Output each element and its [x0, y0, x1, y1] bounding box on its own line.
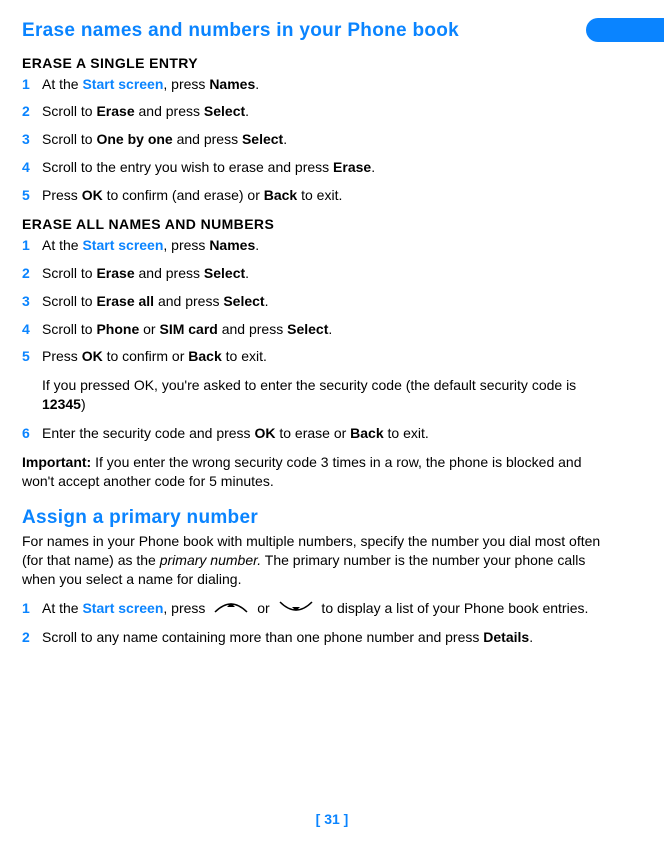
list-item: 4 Scroll to the entry you wish to erase … [22, 158, 604, 177]
list-item: 3 Scroll to One by one and press Select. [22, 130, 604, 149]
intro-para: For names in your Phone book with multip… [22, 532, 604, 589]
list-item: 1 At the Start screen, press Names. [22, 236, 604, 255]
step-number: 4 [22, 158, 42, 177]
list-item: 3 Scroll to Erase all and press Select. [22, 292, 604, 311]
step-text: Scroll to the entry you wish to erase an… [42, 158, 604, 177]
list-item: 2 Scroll to Erase and press Select. [22, 264, 604, 283]
step-text: Scroll to Erase and press Select. [42, 102, 604, 121]
list-item: 1 At the Start screen, press Names. [22, 75, 604, 94]
down-key-icon [276, 600, 316, 619]
step-text: Press OK to confirm or Back to exit. [42, 347, 604, 366]
heading-assign: Assign a primary number [22, 505, 604, 531]
step-text: Press OK to confirm (and erase) or Back … [42, 186, 604, 205]
step-number: 6 [22, 424, 42, 443]
subhead-single: ERASE A SINGLE ENTRY [22, 54, 604, 73]
list-item: 6 Enter the security code and press OK t… [22, 424, 604, 443]
step-text: At the Start screen, press Names. [42, 75, 604, 94]
step-text: At the Start screen, press or to display… [42, 599, 604, 619]
step-number: 3 [22, 292, 42, 311]
steps-single: 1 At the Start screen, press Names. 2 Sc… [22, 75, 604, 205]
list-item: 5 Press OK to confirm or Back to exit. [22, 347, 604, 366]
step-number: 2 [22, 102, 42, 121]
step-text: Enter the security code and press OK to … [42, 424, 604, 443]
heading-erase: Erase names and numbers in your Phone bo… [22, 18, 604, 44]
step-number: 5 [22, 186, 42, 205]
security-note: If you pressed OK, you're asked to enter… [42, 376, 604, 414]
step-text: At the Start screen, press Names. [42, 236, 604, 255]
step-number: 5 [22, 347, 42, 366]
list-item: 4 Scroll to Phone or SIM card and press … [22, 320, 604, 339]
important-note: Important: If you enter the wrong securi… [22, 453, 604, 491]
step-number: 2 [22, 628, 42, 647]
step-number: 4 [22, 320, 42, 339]
link-start-screen: Start screen [82, 237, 163, 253]
step-text: Scroll to Erase and press Select. [42, 264, 604, 283]
step-number: 2 [22, 264, 42, 283]
steps-assign: 1 At the Start screen, press or to displ… [22, 599, 604, 647]
step-text: Scroll to Erase all and press Select. [42, 292, 604, 311]
link-start-screen: Start screen [82, 600, 163, 616]
step-number: 1 [22, 236, 42, 255]
steps-all-continued: 6 Enter the security code and press OK t… [22, 424, 604, 443]
step-number: 1 [22, 599, 42, 618]
list-item: 1 At the Start screen, press or to displ… [22, 599, 604, 619]
page-number: [ 31 ] [0, 810, 664, 829]
list-item: 5 Press OK to confirm (and erase) or Bac… [22, 186, 604, 205]
link-start-screen: Start screen [82, 76, 163, 92]
side-tab [586, 18, 664, 42]
step-number: 3 [22, 130, 42, 149]
step-number: 1 [22, 75, 42, 94]
step-text: Scroll to any name containing more than … [42, 628, 604, 647]
up-key-icon [211, 600, 251, 619]
list-item: 2 Scroll to any name containing more tha… [22, 628, 604, 647]
steps-all: 1 At the Start screen, press Names. 2 Sc… [22, 236, 604, 366]
step-text: Scroll to One by one and press Select. [42, 130, 604, 149]
step-text: Scroll to Phone or SIM card and press Se… [42, 320, 604, 339]
subhead-all: ERASE ALL NAMES AND NUMBERS [22, 215, 604, 234]
list-item: 2 Scroll to Erase and press Select. [22, 102, 604, 121]
